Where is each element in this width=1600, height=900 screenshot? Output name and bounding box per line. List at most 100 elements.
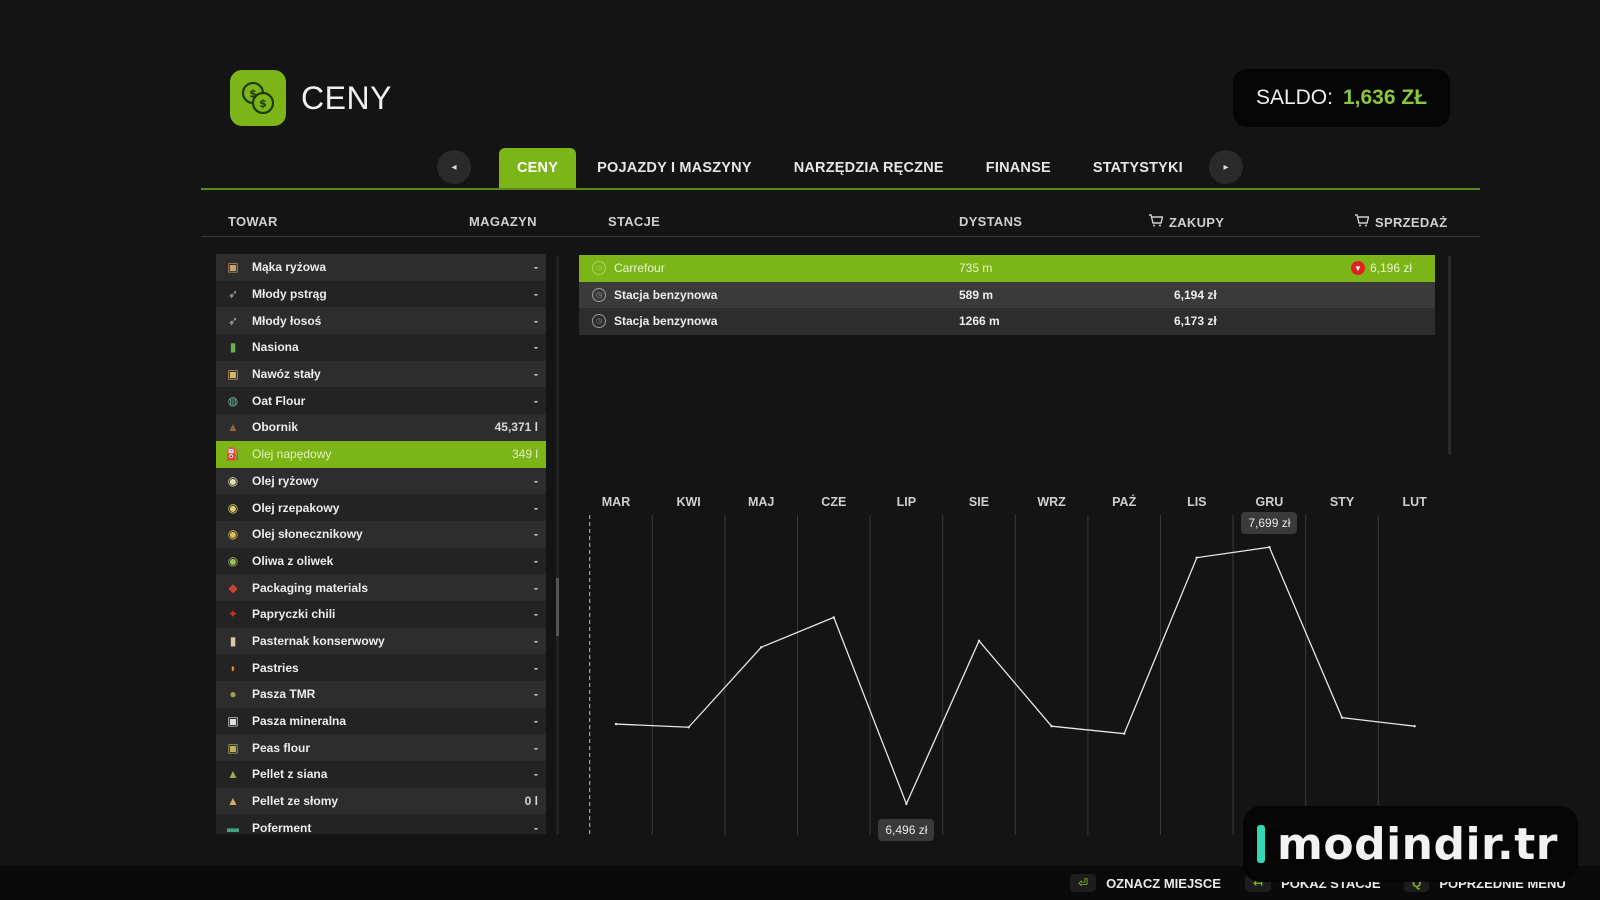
goods-row[interactable]: ◗ Pastries - <box>216 654 546 681</box>
station-distance: 589 m <box>959 287 994 302</box>
tab-finance[interactable]: FINANSE <box>965 148 1072 188</box>
page-title: CENY <box>301 80 392 116</box>
price-point <box>687 726 690 729</box>
balance-label: SALDO: <box>1255 86 1333 109</box>
svg-text:$: $ <box>259 97 267 110</box>
month-label: WRZ <box>1037 495 1066 509</box>
station-row[interactable]: ◷ Carrefour 735 m 6,196 zł ▼ <box>579 255 1435 282</box>
goods-quantity: - <box>534 473 538 488</box>
price-tag: 7,699 zł <box>1241 512 1298 535</box>
hint-mark-place-label: OZNACZ MIEJSCE <box>1106 875 1221 891</box>
goods-name: Packaging materials <box>252 580 369 595</box>
tab-bar: CENY POJAZDY I MASZYNY NARZĘDZIA RĘCZNE … <box>499 148 1204 188</box>
goods-icon: ◉ <box>227 553 239 568</box>
goods-scrollbar[interactable] <box>556 256 559 834</box>
month-label: LUT <box>1402 495 1427 509</box>
tab-statistics[interactable]: STATYSTYKI <box>1072 148 1204 188</box>
goods-row[interactable]: ▣ Peas flour - <box>216 734 546 762</box>
goods-row[interactable]: ▮ Nasiona - <box>216 334 546 361</box>
goods-row[interactable]: ▲ Obornik 45,371 l <box>216 414 546 441</box>
goods-name: Poferment <box>252 820 312 834</box>
watermark-text: modindir.tr <box>1277 818 1558 870</box>
station-buy-price: 6,173 zł <box>1174 314 1217 329</box>
goods-row[interactable]: ◉ Olej rzepakowy - <box>216 494 546 521</box>
goods-name: Obornik <box>252 420 299 435</box>
price-chart-svg <box>589 515 1416 835</box>
goods-name: Pasza mineralna <box>252 714 347 729</box>
month-label: LIP <box>896 495 917 509</box>
goods-quantity: - <box>534 260 538 275</box>
tab-next-button[interactable]: ▸ <box>1209 150 1243 184</box>
goods-icon: ▲ <box>227 794 239 809</box>
goods-row[interactable]: ▣ Pasza mineralna - <box>216 707 546 735</box>
month-label: MAJ <box>747 495 775 509</box>
goods-name: Olej napędowy <box>252 447 332 462</box>
goods-row[interactable]: ▲ Pellet z siana - <box>216 761 546 788</box>
goods-icon: ▣ <box>227 260 239 275</box>
price-history-chart: MAR KWI MAJ CZE LIP SIE WRZ PAŹ LIS GRU STY LUT 6,49… <box>579 495 1449 841</box>
goods-row[interactable]: ◍ Oat Flour - <box>216 387 546 415</box>
hint-mark-place[interactable]: ⏎ OZNACZ MIEJSCE <box>1070 874 1221 892</box>
tab-vehicles[interactable]: POJAZDY I MASZYNY <box>576 148 773 188</box>
goods-quantity: 45,371 l <box>494 420 538 435</box>
goods-name: Peas flour <box>252 740 311 755</box>
goods-list: ▣ Mąka ryżowa - ➶ Młody pstrąg - ➶ Młody łosoś -… <box>216 254 546 834</box>
goods-quantity: - <box>534 607 538 622</box>
goods-quantity: - <box>534 660 538 675</box>
station-row[interactable]: ◷ Stacja benzynowa 1266 m 6,173 zł <box>579 308 1435 335</box>
station-distance: 735 m <box>959 261 993 276</box>
goods-row[interactable]: ◉ Olej słonecznikowy - <box>216 520 546 548</box>
station-clock-icon: ◷ <box>592 261 606 276</box>
goods-name: Olej słonecznikowy <box>252 527 363 542</box>
stations-scrollbar[interactable] <box>1448 256 1451 454</box>
arrow-left-icon: ◂ <box>451 161 457 173</box>
goods-scrollbar-thumb[interactable] <box>556 578 559 636</box>
goods-quantity: 349 l <box>511 447 538 462</box>
goods-row[interactable]: ▮ Pasternak konserwowy - <box>216 627 546 655</box>
goods-quantity: - <box>534 287 538 302</box>
goods-quantity: - <box>534 313 538 328</box>
goods-quantity: - <box>534 367 538 382</box>
goods-row[interactable]: ▣ Mąka ryżowa - <box>216 254 546 281</box>
goods-row[interactable]: ➶ Młody pstrąg - <box>216 280 546 308</box>
goods-quantity: - <box>534 527 538 542</box>
tab-ceny[interactable]: CENY <box>499 148 577 188</box>
goods-row[interactable]: ● Pasza TMR - <box>216 681 546 708</box>
goods-icon: ▲ <box>227 767 239 782</box>
month-label: KWI <box>676 495 701 509</box>
tab-prev-button[interactable]: ◂ <box>437 150 471 184</box>
goods-name: Pellet ze słomy <box>252 794 339 809</box>
goods-row[interactable]: ➶ Młody łosoś - <box>216 307 546 335</box>
tab-hand-tools[interactable]: NARZĘDZIA RĘCZNE <box>773 148 965 188</box>
goods-icon: ◉ <box>227 473 239 488</box>
header-divider <box>201 236 1480 237</box>
goods-row[interactable]: ▣ Nawóz stały - <box>216 360 546 388</box>
goods-name: Nasiona <box>252 340 299 355</box>
goods-row[interactable]: ◉ Olej ryżowy - <box>216 467 546 495</box>
station-name: Carrefour <box>614 261 665 276</box>
price-point <box>614 722 618 726</box>
price-point <box>977 639 981 643</box>
goods-row[interactable]: ▲ Pellet ze słomy 0 l <box>216 787 546 815</box>
month-label: LIS <box>1187 495 1207 509</box>
goods-icon: ➶ <box>227 313 239 328</box>
goods-row[interactable]: ✦ Papryczki chili - <box>216 600 546 628</box>
station-clock-icon: ◷ <box>592 287 606 302</box>
goods-quantity: - <box>534 740 538 755</box>
goods-row[interactable]: ◆ Packaging materials - <box>216 574 546 601</box>
month-label: SIE <box>968 495 990 509</box>
coins-icon: $ $ <box>230 70 286 126</box>
arrow-right-icon: ▸ <box>1223 161 1229 173</box>
station-row[interactable]: ◷ Stacja benzynowa 589 m 6,194 zł <box>579 281 1435 308</box>
column-goods: TOWAR <box>228 214 278 229</box>
sell-cart-icon <box>1354 214 1370 230</box>
price-point <box>832 616 835 619</box>
goods-icon: ▬ <box>227 820 239 834</box>
goods-row[interactable]: ▬ Poferment - <box>216 814 546 834</box>
goods-row[interactable]: ⛽ Olej napędowy 349 l <box>216 440 546 468</box>
goods-quantity: - <box>534 393 538 408</box>
goods-icon: ➶ <box>227 287 239 302</box>
goods-quantity: - <box>534 340 538 355</box>
goods-row[interactable]: ◉ Oliwa z oliwek - <box>216 547 546 575</box>
price-point <box>905 802 908 806</box>
